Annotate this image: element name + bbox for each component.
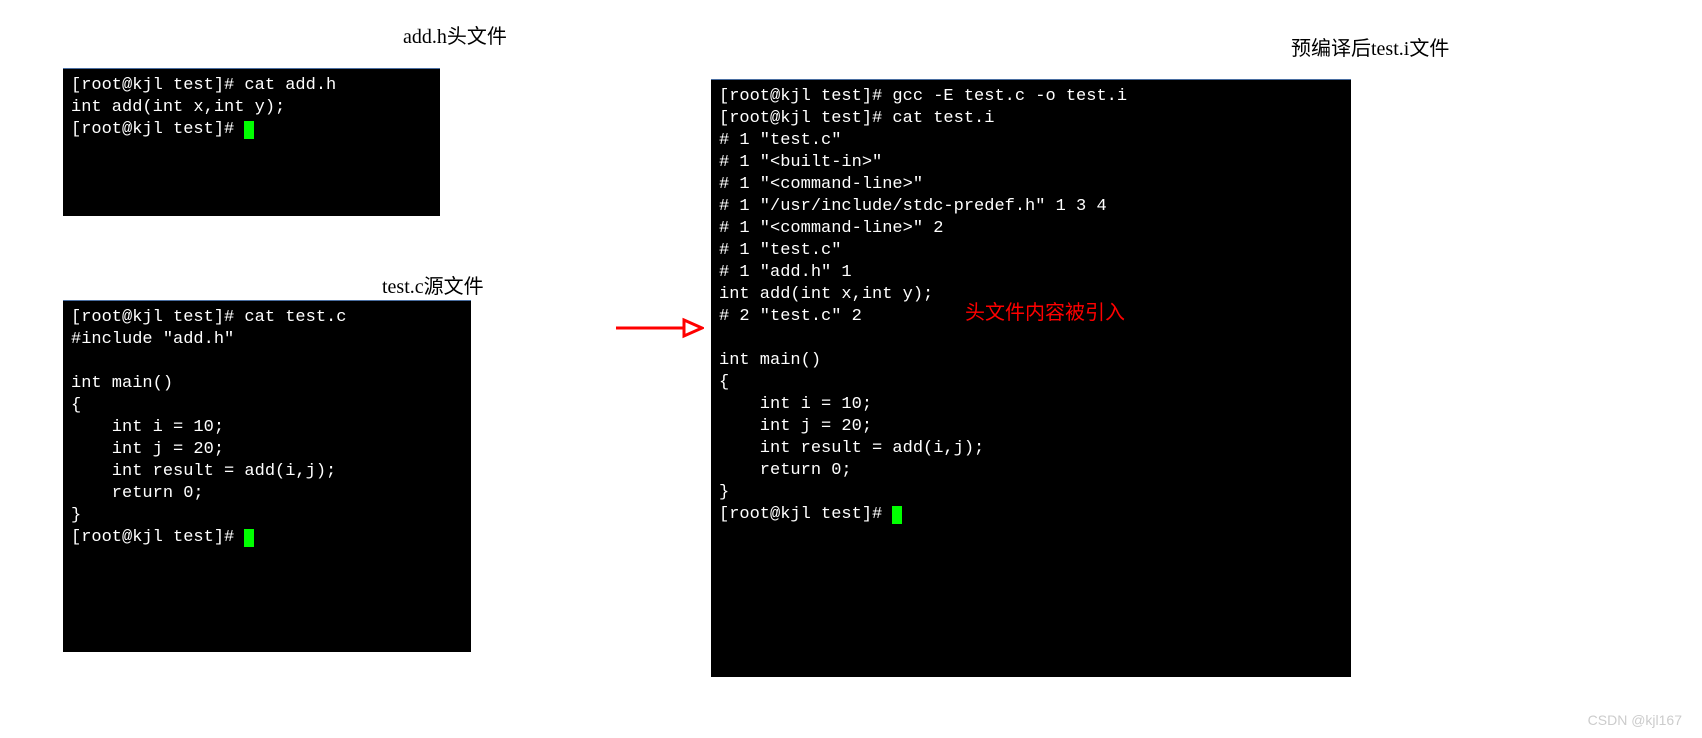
watermark: CSDN @kjl167	[1588, 712, 1682, 728]
cursor-icon	[892, 506, 902, 524]
terminal-addh: [root@kjl test]# cat add.h int add(int x…	[63, 68, 440, 216]
caption-testc: test.c源文件	[382, 270, 484, 299]
cursor-icon	[244, 121, 254, 139]
terminal-testi: [root@kjl test]# gcc -E test.c -o test.i…	[711, 79, 1351, 677]
caption-addh: add.h头文件	[403, 20, 507, 49]
cursor-icon	[244, 529, 254, 547]
arrow-right-icon	[614, 314, 704, 342]
terminal-testc-content: [root@kjl test]# cat test.c #include "ad…	[71, 308, 346, 547]
terminal-testc: [root@kjl test]# cat test.c #include "ad…	[63, 300, 471, 652]
terminal-addh-content: [root@kjl test]# cat add.h int add(int x…	[71, 76, 336, 139]
caption-testi: 预编译后test.i文件	[1291, 32, 1449, 61]
annotation-header-included: 头文件内容被引入	[965, 296, 1125, 325]
